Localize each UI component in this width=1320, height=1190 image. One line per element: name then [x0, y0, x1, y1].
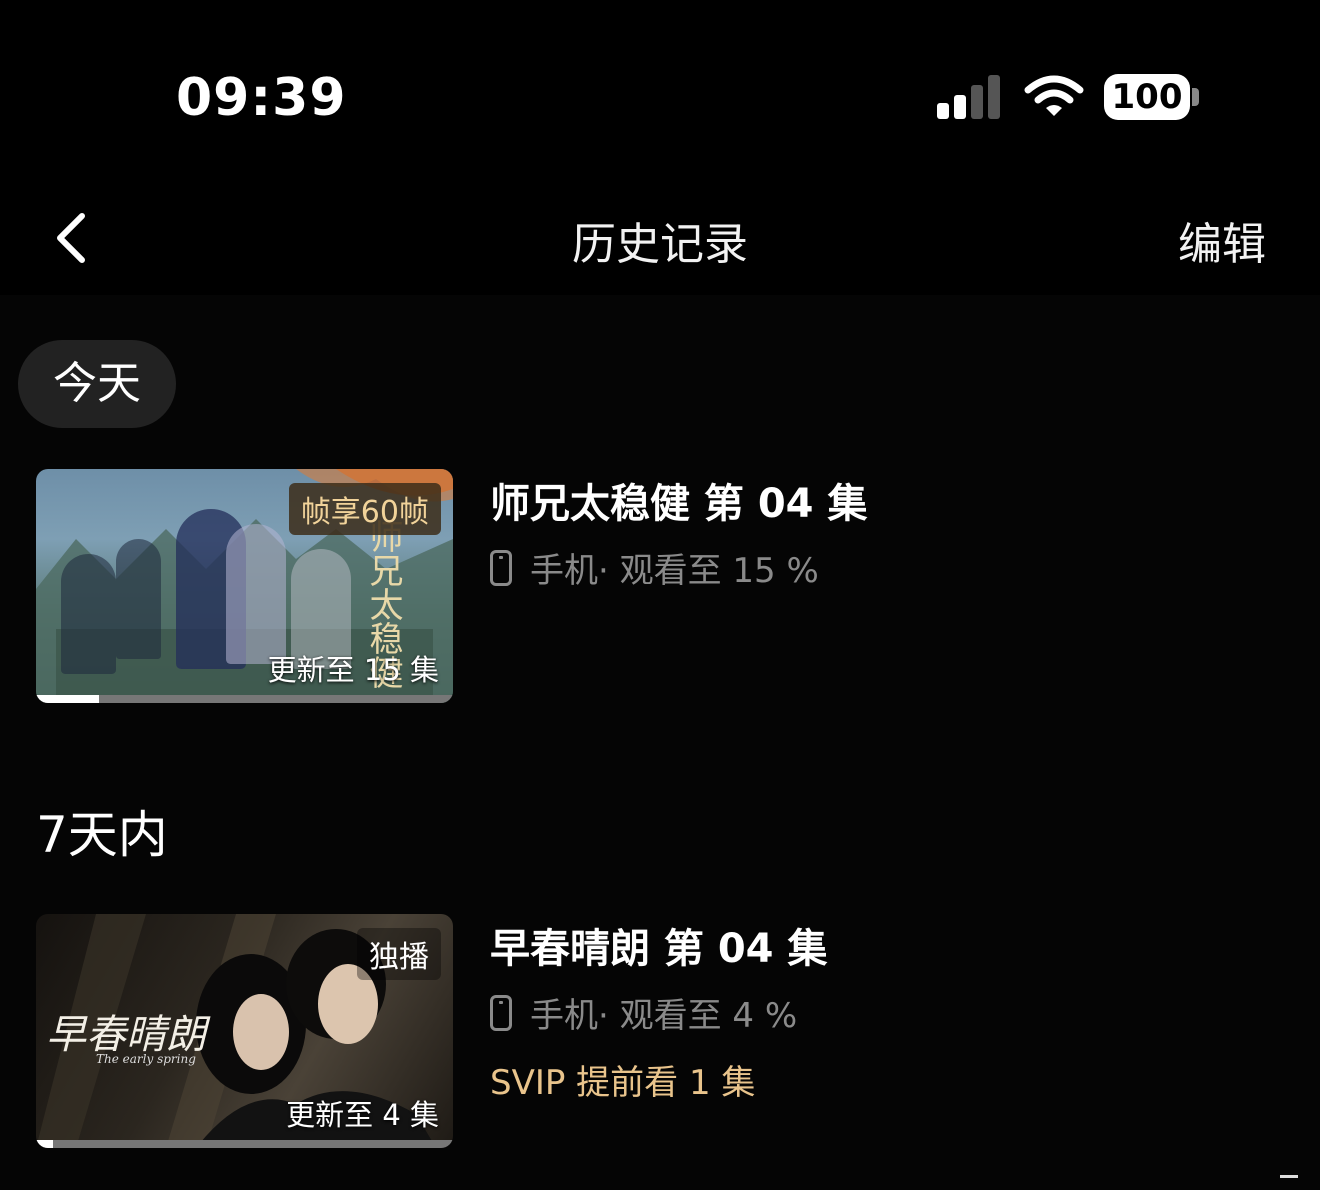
section-header-today: 今天 — [18, 340, 176, 428]
poster-thumbnail[interactable]: 早春晴朗 The early spring 独播 更新至 4 集 — [36, 914, 453, 1148]
watch-progress-bar — [36, 1140, 453, 1148]
progress-label: · 观看至 4 % — [598, 996, 798, 1036]
item-title: 早春晴朗 第 04 集 — [490, 926, 828, 972]
status-time: 09:39 — [176, 68, 347, 128]
phone-icon — [490, 549, 512, 586]
episode-update-badge: 更新至 15 集 — [267, 653, 439, 687]
signal-icon — [937, 75, 1003, 119]
progress-label: · 观看至 15 % — [598, 551, 819, 591]
history-list: 今天 师兄太稳健 帧享60帧 更新至 15 集 师兄太稳健 第 04 集 手机 … — [0, 295, 1320, 1190]
battery-icon: 100 — [1104, 74, 1190, 120]
history-item-1[interactable]: 师兄太稳健 帧享60帧 更新至 15 集 师兄太稳健 第 04 集 手机 · 观… — [36, 469, 1286, 704]
poster-subtitle-art: The early spring — [96, 1052, 196, 1066]
home-indicator — [1280, 1175, 1298, 1178]
device-label: 手机 — [530, 551, 598, 591]
item-info: 师兄太稳健 第 04 集 手机 · 观看至 15 % — [490, 469, 1280, 592]
item-meta: 手机 · 观看至 4 % — [490, 988, 1280, 1037]
exclusive-badge: 独播 — [357, 928, 441, 980]
phone-icon — [490, 994, 512, 1031]
edit-button[interactable]: 编辑 — [1178, 208, 1266, 272]
watch-progress-fill — [36, 1140, 53, 1148]
wifi-icon — [1024, 74, 1084, 120]
history-item-2[interactable]: 早春晴朗 The early spring 独播 更新至 4 集 早春晴朗 第 … — [36, 914, 1286, 1149]
device-label: 手机 — [530, 996, 598, 1036]
svip-advance-label[interactable]: SVIP 提前看 1 集 — [490, 1055, 1280, 1104]
episode-update-badge: 更新至 4 集 — [286, 1098, 439, 1132]
watch-progress-bar — [36, 695, 453, 703]
frame-badge: 帧享60帧 — [288, 483, 441, 535]
status-bar: 09:39 100 — [0, 0, 1320, 190]
item-title: 师兄太稳健 第 04 集 — [490, 481, 868, 527]
section-header-7days: 7天内 — [36, 806, 168, 864]
battery-tip — [1192, 88, 1199, 106]
navigation-bar: 历史记录 编辑 — [0, 190, 1320, 290]
page-title: 历史记录 — [572, 219, 748, 270]
item-meta: 手机 · 观看至 15 % — [490, 543, 1280, 592]
poster-thumbnail[interactable]: 师兄太稳健 帧享60帧 更新至 15 集 — [36, 469, 453, 703]
watch-progress-fill — [36, 695, 99, 703]
item-info: 早春晴朗 第 04 集 手机 · 观看至 4 % SVIP 提前看 1 集 — [490, 914, 1280, 1104]
